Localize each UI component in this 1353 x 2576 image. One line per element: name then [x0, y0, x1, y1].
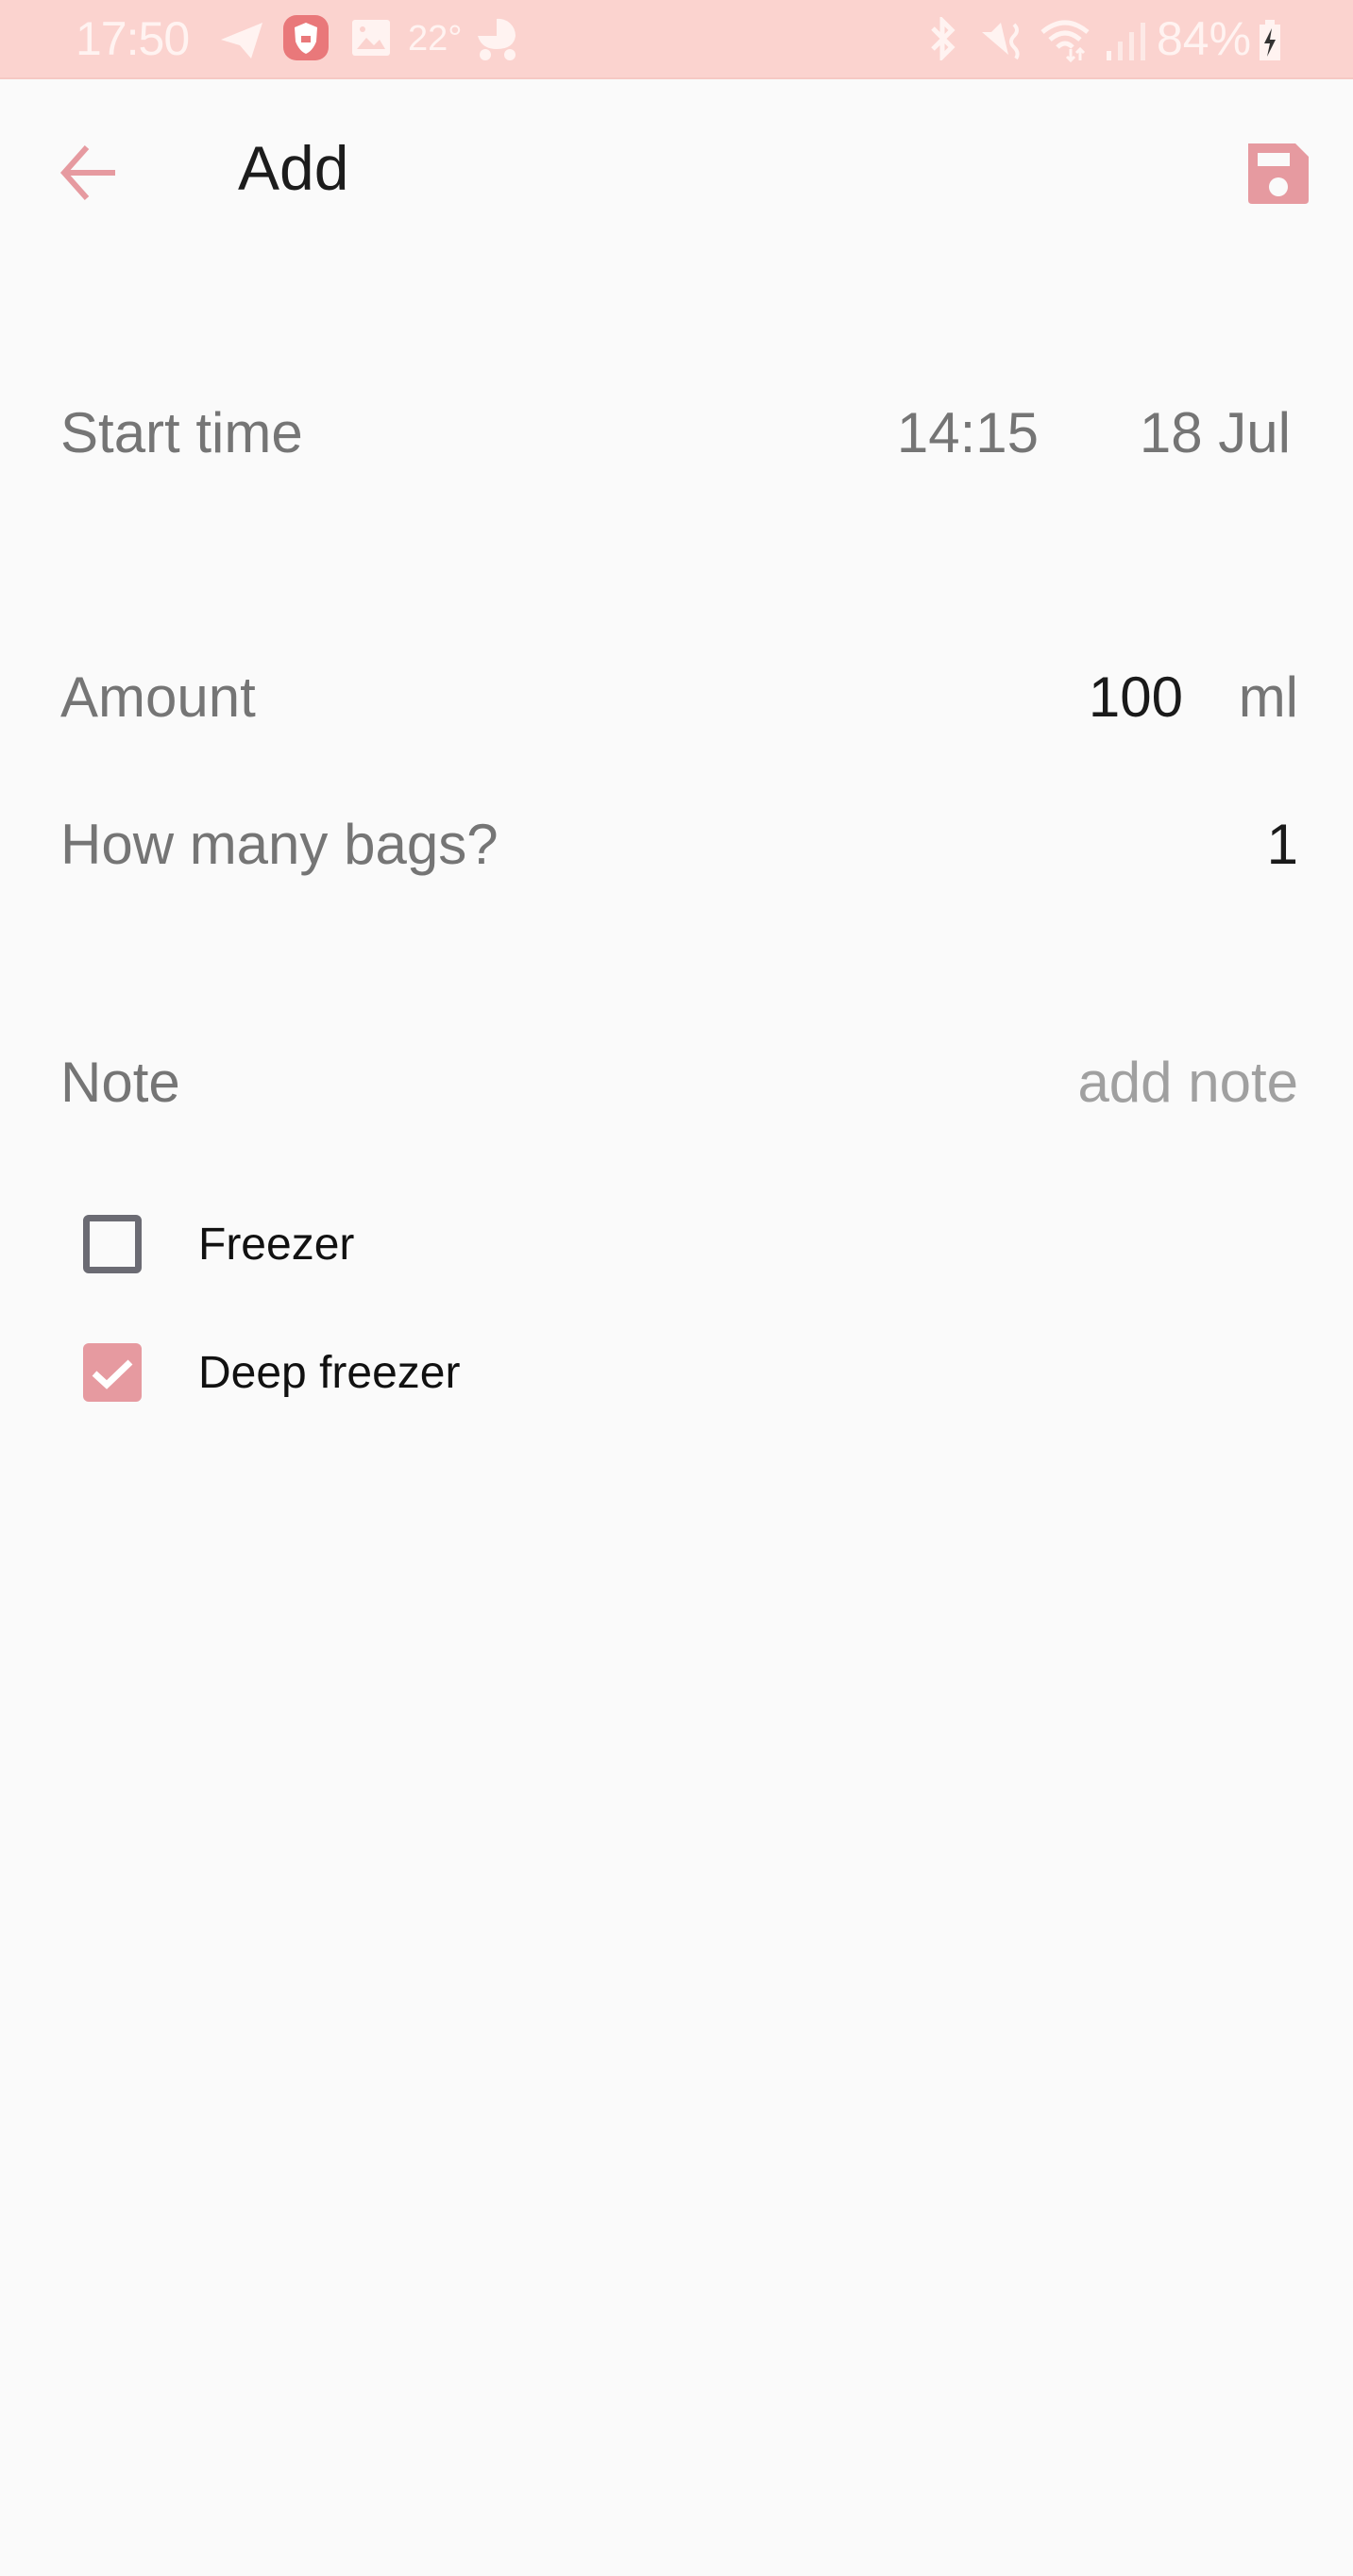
bags-input[interactable]: 1 [1267, 812, 1298, 877]
freezer-label[interactable]: Freezer [198, 1219, 354, 1271]
status-time: 17:50 [76, 12, 190, 65]
gallery-icon [352, 20, 390, 56]
deep-freezer-label[interactable]: Deep freezer [198, 1347, 460, 1399]
page-title: Add [238, 133, 349, 203]
battery-charging-icon [1260, 20, 1280, 60]
wifi-icon [1040, 20, 1090, 62]
note-label: Note [60, 1051, 180, 1114]
checkmark-icon [92, 1359, 133, 1389]
arrow-back-icon[interactable] [59, 140, 125, 206]
amount-label: Amount [60, 665, 256, 729]
shield-app-icon [283, 15, 329, 60]
amount-unit: ml [1238, 665, 1298, 729]
status-bar: 17:50 22° 84% [0, 0, 1353, 79]
battery-percentage: 84% [1157, 12, 1252, 65]
app-bar [0, 79, 1353, 268]
baby-stroller-icon [478, 18, 516, 60]
start-time-value[interactable]: 14:15 [897, 400, 1039, 465]
bluetooth-icon [931, 17, 956, 60]
start-time-label: Start time [60, 401, 303, 464]
start-date-value[interactable]: 18 Jul [1140, 400, 1291, 465]
bags-label: How many bags? [60, 813, 499, 876]
signal-icon [1107, 23, 1145, 60]
mute-vibrate-icon [982, 23, 1020, 60]
weather-temperature: 22° [408, 19, 463, 59]
telegram-icon [221, 23, 262, 59]
floppy-save-icon[interactable] [1244, 140, 1312, 208]
amount-input[interactable]: 100 [1089, 665, 1183, 730]
note-input[interactable]: add note [1077, 1050, 1298, 1115]
deep-freezer-checkbox[interactable] [83, 1343, 142, 1402]
freezer-checkbox[interactable] [83, 1215, 142, 1273]
